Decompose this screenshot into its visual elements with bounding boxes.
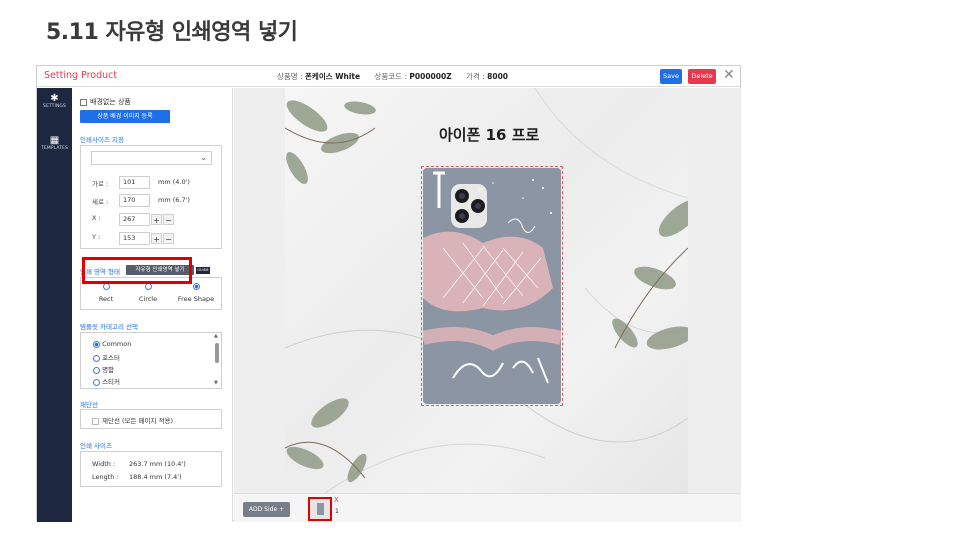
product-code: P000000Z [409,72,452,81]
cut-line-label: 재단선 (모든 페이지 적용) [102,417,174,425]
scroll-up-icon[interactable]: ▲ [214,333,218,339]
height-unit: mm (6.7') [158,196,190,204]
shape-label: Free Shape [177,295,215,303]
top-bar: Setting Product 상품명 : 폰케이스 White 상품코드 : … [37,66,740,87]
phone-case-preview [423,168,561,404]
height-label: 세로 : [92,198,109,206]
info-length-label: Length : [92,473,119,481]
category-label: 포스터 [102,354,121,362]
shape-option-circle[interactable]: Circle [133,282,163,303]
sidebar-item-templates[interactable]: ▦ TEMPLATES [37,135,72,152]
list-item[interactable]: 명함 [93,364,114,374]
thumbnail-image [310,499,330,519]
chevron-down-icon: ⌄ [200,153,207,162]
side-index: 1 [335,508,339,515]
category-label: Common [102,340,132,348]
highlight-box [82,257,192,284]
shape-option-free[interactable]: Free Shape [174,282,218,303]
sidebar-item-label: TEMPLATES [41,146,68,151]
guide-badge[interactable]: GUIDE [196,267,210,274]
x-input[interactable]: 267 [119,213,150,226]
y-input[interactable]: 153 [119,232,150,245]
print-size-title: 인쇄사이즈 지정 [80,136,124,144]
radio-poster[interactable] [93,354,100,362]
print-area-outline[interactable] [421,166,563,406]
delete-button[interactable]: Delete [688,69,716,84]
templates-icon: ▦ [49,135,60,146]
y-label: Y : [92,233,101,241]
radio-sticker[interactable] [93,378,100,386]
product-name-label: 상품명 : [277,72,303,81]
x-plus-button[interactable]: + [151,214,162,225]
y-plus-button[interactable]: + [151,233,162,244]
close-icon[interactable]: ✕ [723,67,735,83]
radio-common[interactable] [93,340,100,348]
sidebar-item-settings[interactable]: ✱ SETTINGS [37,93,72,110]
category-label: 명함 [102,366,115,374]
product-background-photo: 아이폰 16 프로 [285,88,688,493]
settings-panel: 배경없는 상품 상품 배경 이미지 등록 인쇄사이즈 지정 ⌄ 가로 : 101… [72,88,233,522]
info-width-value: 263.7 mm (10.4') [129,460,186,468]
price-label: 가격 : [466,72,485,81]
sidebar-item-label: SETTINGS [43,104,66,109]
width-input[interactable]: 101 [119,176,150,189]
cut-line-box: 재단선 (모든 페이지 적용) [80,409,222,429]
category-list[interactable]: Common 포스터 명함 스티커 ▲ ▼ [80,332,222,389]
list-item[interactable]: Common [93,340,131,348]
no-background-checkbox[interactable]: 배경없는 상품 [80,97,131,107]
category-label: 스티커 [102,378,121,386]
sides-bar: ADD Side + X 1 [234,493,741,522]
shape-label: Circle [138,295,158,303]
phone-case-artwork [423,168,561,404]
x-label: X : [92,214,101,222]
product-code-label: 상품코드 : [374,72,407,81]
width-label: 가로 : [92,180,109,188]
height-input[interactable]: 170 [119,194,150,207]
product-name: 폰케이스 White [305,72,361,81]
cut-line-title: 재단선 [80,401,98,409]
y-minus-button[interactable]: − [163,233,174,244]
icon-sidebar: ✱ SETTINGS ▦ TEMPLATES [37,88,72,522]
slide-title: 5.11 자유형 인쇄영역 넣기 [46,20,298,45]
gear-icon: ✱ [50,93,59,104]
cut-line-checkbox[interactable]: 재단선 (모든 페이지 적용) [92,415,173,425]
print-size-info-box: Width : 263.7 mm (10.4') Length : 188.4 … [80,451,222,487]
x-minus-button[interactable]: − [163,214,174,225]
print-size-box: ⌄ 가로 : 101 mm (4.0') 세로 : 170 mm (6.7') … [80,145,222,249]
template-category-title: 템플릿 카테고리 선택 [80,323,138,331]
list-item[interactable]: 스티커 [93,376,120,386]
width-unit: mm (4.0') [158,178,190,186]
info-width-label: Width : [92,460,116,468]
no-background-label: 배경없는 상품 [90,98,131,106]
scroll-thumb[interactable] [215,343,219,363]
shape-option-rect[interactable]: Rect [91,282,121,303]
scroll-down-icon[interactable]: ▼ [214,380,218,386]
save-button[interactable]: Save [660,69,682,84]
remove-side-icon[interactable]: X [334,496,339,504]
side-thumbnail[interactable] [308,497,332,521]
product-info: 상품명 : 폰케이스 White 상품코드 : P000000Z 가격 : 80… [277,71,520,82]
list-item[interactable]: 포스터 [93,352,120,362]
register-background-button[interactable]: 상품 배경 이미지 등록 [80,110,170,123]
add-side-button[interactable]: ADD Side + [243,502,290,517]
radio-free-shape[interactable] [192,282,200,290]
product-title: 아이폰 16 프로 [439,126,540,144]
print-size-select[interactable]: ⌄ [91,151,212,165]
shape-label: Rect [98,295,114,303]
checkbox-box [92,417,99,425]
editor-canvas[interactable]: 아이폰 16 프로 [234,88,741,493]
scrollbar[interactable]: ▲ ▼ [214,333,220,386]
radio-card[interactable] [93,366,100,374]
price: 8000 [487,72,509,81]
app-title: Setting Product [44,70,118,81]
product-editor-window: Setting Product 상품명 : 폰케이스 White 상품코드 : … [36,65,741,522]
checkbox-box [80,98,87,106]
print-size-info-title: 인쇄 사이즈 [80,442,112,450]
info-length-value: 188.4 mm (7.4') [129,473,182,481]
